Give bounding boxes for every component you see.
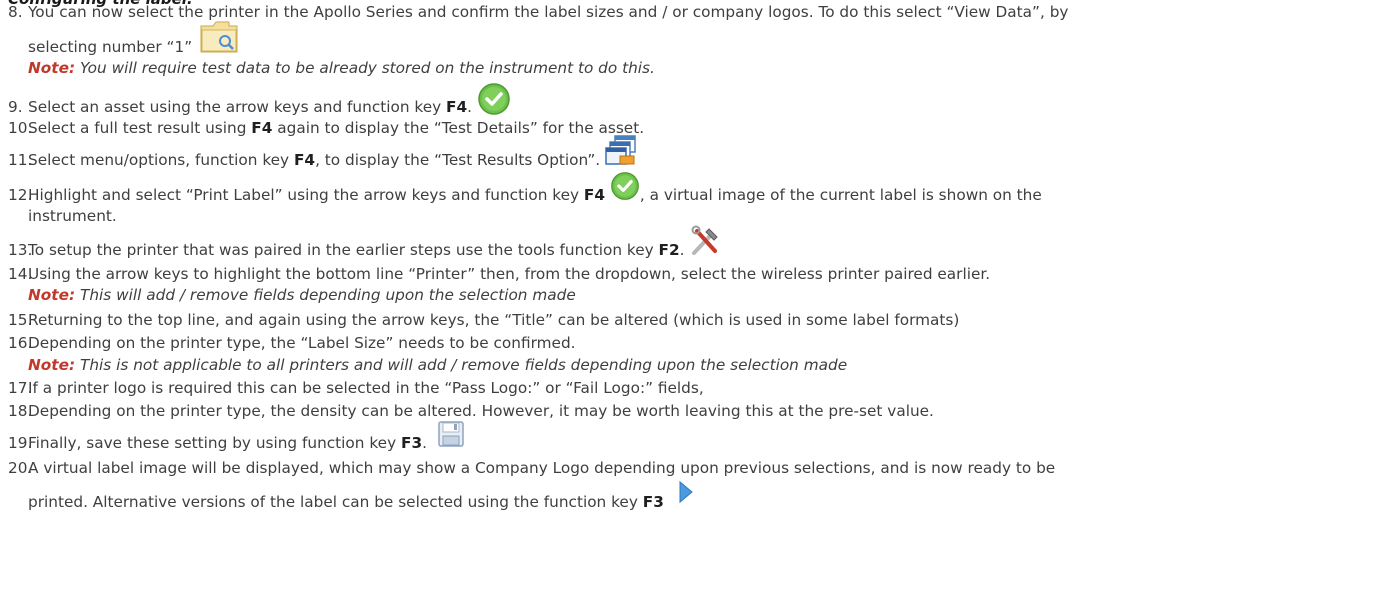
tools-icon	[689, 225, 721, 262]
note-1: Note: You will require test data to be a…	[28, 58, 655, 78]
function-key: F3	[642, 493, 664, 511]
step-text: You can now select the printer in the Ap…	[28, 3, 1069, 21]
note-text: This is not applicable to all printers a…	[80, 356, 848, 374]
step-text: Select a full test result using	[28, 119, 252, 137]
function-key: F4	[446, 98, 468, 116]
green-check-icon	[610, 171, 640, 206]
next-arrow-icon	[677, 480, 695, 509]
save-disk-icon	[438, 421, 464, 452]
note-label: Note:	[28, 59, 76, 77]
step-9: 9. Select an asset using the arrow keys a…	[8, 83, 511, 121]
step-text: Select menu/options, function key	[28, 151, 294, 169]
note-label: Note:	[28, 286, 76, 304]
green-check-icon	[477, 82, 511, 121]
step-number: 8.	[8, 3, 23, 21]
step-text-cont: instrument.	[28, 207, 117, 225]
step-text: Depending on the printer type, the densi…	[28, 402, 934, 420]
step-16: 16.Depending on the printer type, the “L…	[8, 333, 576, 353]
note-label: Note:	[28, 356, 76, 374]
step-13: 13.To setup the printer that was paired …	[8, 225, 721, 262]
step-text: Depending on the printer type, the “Labe…	[28, 334, 576, 352]
step-12-continuation: instrument.	[28, 206, 117, 226]
step-12: 12.Highlight and select “Print Label” us…	[8, 172, 1042, 206]
step-number: 10.	[8, 119, 33, 137]
step-number: 18.	[8, 402, 33, 420]
step-number: 14.	[8, 265, 33, 283]
step-14: 14.Using the arrow keys to highlight the…	[8, 264, 990, 284]
step-text: Highlight and select “Print Label” using…	[28, 186, 584, 204]
step-8-continuation: selecting number “1”	[28, 21, 239, 59]
step-number: 12.	[8, 186, 33, 204]
function-key: F4	[583, 186, 605, 204]
step-number: 15.	[8, 311, 33, 329]
step-text-end: .	[467, 98, 473, 116]
function-key: F4	[251, 119, 273, 137]
step-text: Using the arrow keys to highlight the bo…	[28, 265, 991, 283]
step-number: 17.	[8, 379, 33, 397]
function-key: F2	[658, 241, 680, 259]
folder-icon	[199, 18, 239, 59]
step-number: 20.	[8, 459, 33, 477]
step-number: 13.	[8, 241, 33, 259]
step-10: 10.Select a full test result using F4 ag…	[8, 118, 644, 138]
step-text-end: .	[679, 241, 685, 259]
note-2: Note: This will add / remove fields depe…	[28, 285, 576, 305]
step-number: 19.	[8, 434, 33, 452]
step-number: 9.	[8, 98, 23, 116]
step-text-end: , a virtual image of the current label i…	[639, 186, 1042, 204]
step-11: 11.Select menu/options, function key F4,…	[8, 135, 637, 171]
note-text: This will add / remove fields depending …	[80, 286, 576, 304]
step-number: 11.	[8, 151, 33, 169]
step-text-end: .	[422, 434, 427, 452]
step-15: 15.Returning to the top line, and again …	[8, 310, 959, 330]
windows-options-icon	[605, 134, 637, 171]
step-18: 18.Depending on the printer type, the de…	[8, 401, 934, 421]
step-17: 17.If a printer logo is required this ca…	[8, 378, 704, 398]
step-text-end: again to display the “Test Details” for …	[272, 119, 645, 137]
step-20-continuation: printed. Alternative versions of the lab…	[28, 480, 695, 512]
step-text-cont: printed. Alternative versions of the lab…	[28, 493, 643, 511]
note-text: You will require test data to be already…	[80, 59, 655, 77]
step-number: 16.	[8, 334, 33, 352]
step-text: Returning to the top line, and again usi…	[28, 311, 960, 329]
step-text: Select an asset using the arrow keys and…	[28, 98, 447, 116]
function-key: F3	[401, 434, 423, 452]
step-text-end: , to display the “Test Results Option”.	[315, 151, 601, 169]
function-key: F4	[293, 151, 316, 169]
step-text: Finally, save these setting by using fun…	[28, 434, 401, 452]
step-text: A virtual label image will be displayed,…	[28, 459, 1056, 477]
step-20: 20.A virtual label image will be display…	[8, 458, 1055, 478]
step-8: 8. You can now select the printer in the …	[8, 2, 1068, 22]
step-19: 19.Finally, save these setting by using …	[8, 421, 464, 453]
step-text: To setup the printer that was paired in …	[28, 241, 659, 259]
note-3: Note: This is not applicable to all prin…	[28, 355, 847, 375]
step-text-cont: selecting number “1”	[28, 38, 193, 56]
step-text: If a printer logo is required this can b…	[28, 379, 704, 397]
